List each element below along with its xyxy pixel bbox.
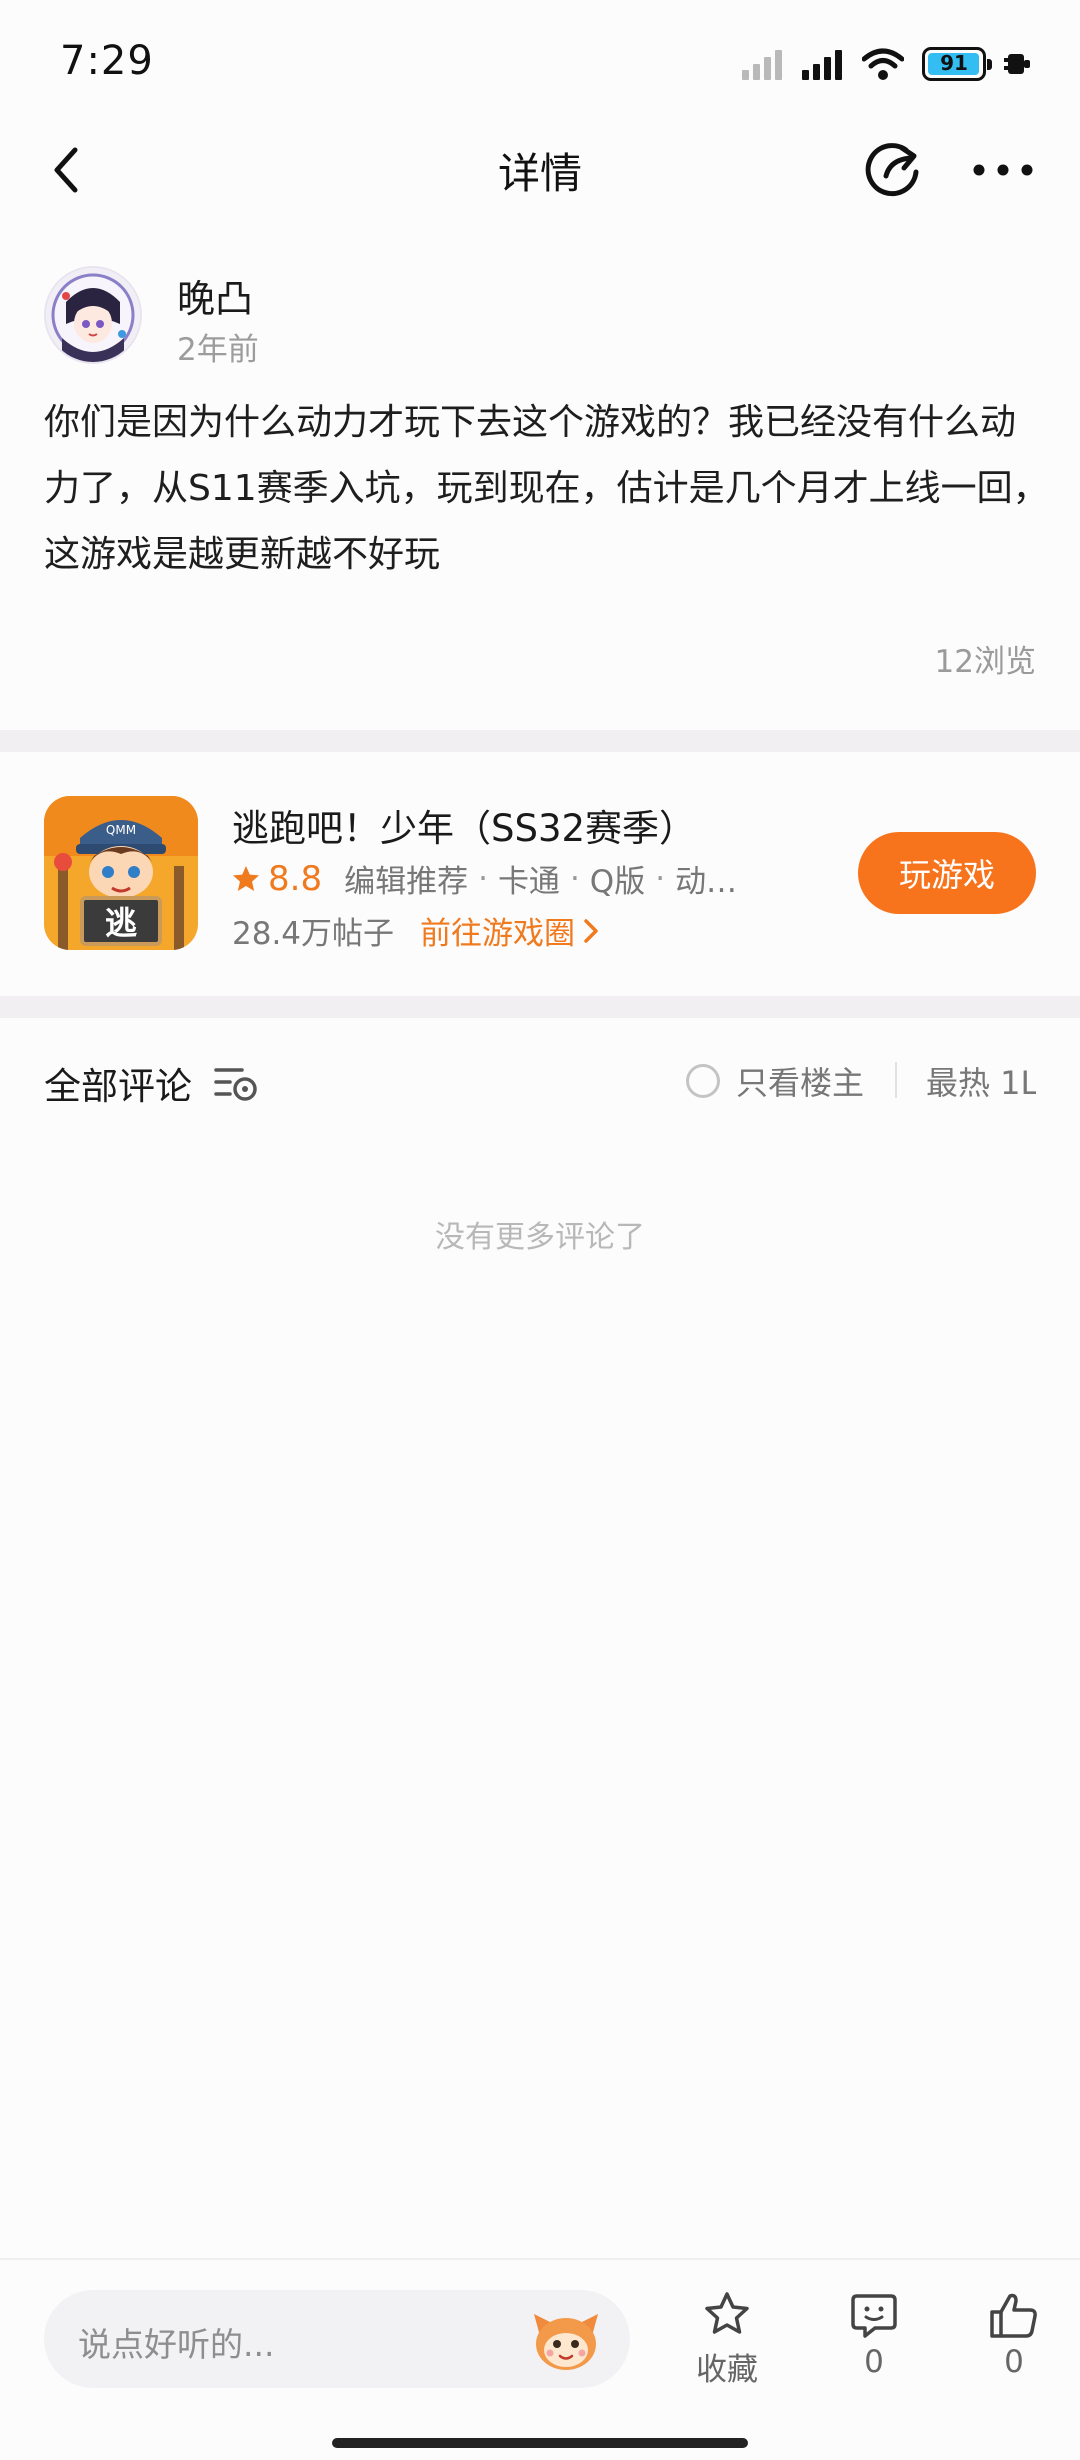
signal-strong-icon xyxy=(802,50,842,80)
bottom-bar: 说点好听的... 收藏 0 0 xyxy=(0,2258,1080,2460)
game-tag: Q版 xyxy=(589,864,646,900)
star-icon xyxy=(233,865,259,891)
section-divider xyxy=(0,996,1080,1018)
charging-icon xyxy=(1004,54,1030,74)
wifi-icon xyxy=(862,48,904,80)
status-icons: 91 xyxy=(742,44,1030,84)
comment-placeholder: 说点好听的... xyxy=(78,2325,275,2364)
home-indicator[interactable] xyxy=(332,2438,748,2448)
like-count: 0 xyxy=(1004,2344,1024,2380)
section-divider xyxy=(0,730,1080,752)
emoji-mascot-icon[interactable] xyxy=(530,2306,602,2372)
game-stats: 28.4万帖子 前往游戏圈 xyxy=(232,908,599,953)
signal-weak-icon xyxy=(742,50,782,80)
comments-title: 全部评论 xyxy=(44,1065,192,1108)
author-name[interactable]: 晚凸 xyxy=(177,268,253,323)
nav-bar: 详情 xyxy=(0,130,1080,210)
svg-text:逃: 逃 xyxy=(105,904,137,942)
sort-option[interactable]: 最热 1L xyxy=(926,1058,1036,1104)
view-count: 12浏览 xyxy=(934,644,1036,680)
share-icon[interactable] xyxy=(862,138,924,200)
comment-icon xyxy=(851,2294,897,2338)
comment-input[interactable]: 说点好听的... xyxy=(44,2290,630,2388)
game-tag: 卡通 xyxy=(497,864,560,900)
game-icon[interactable]: QMM 逃 xyxy=(44,796,198,950)
post-time: 2年前 xyxy=(177,332,259,368)
avatar-image xyxy=(46,268,140,362)
favorite-label: 收藏 xyxy=(696,2352,758,2388)
goto-game-circle-label: 前往游戏圈 xyxy=(420,916,576,952)
game-tag: 动… xyxy=(675,864,738,900)
post-count: 28.4万帖子 xyxy=(232,916,395,952)
screen: 7:29 91 详情 晚凸 2年前 你们是因为什么动力才玩下去这个游戏的？我已经… xyxy=(0,0,1080,2460)
comment-button[interactable]: 0 xyxy=(814,2290,934,2380)
avatar[interactable] xyxy=(44,266,142,364)
post: 晚凸 2年前 你们是因为什么动力才玩下去这个游戏的？我已经没有什么动力了，从S1… xyxy=(0,240,1080,730)
game-card[interactable]: QMM 逃 逃跑吧！少年（SS32赛季） 8.8 编辑推荐 · 卡通 · Q版 … xyxy=(0,752,1080,996)
game-name[interactable]: 逃跑吧！少年（SS32赛季） xyxy=(232,798,696,852)
only-op-toggle[interactable]: 只看楼主 xyxy=(686,1058,864,1104)
header-separator xyxy=(895,1062,897,1098)
status-time: 7:29 xyxy=(60,38,154,84)
battery-icon: 91 xyxy=(922,47,992,81)
favorite-button[interactable]: 收藏 xyxy=(667,2290,787,2389)
like-button[interactable]: 0 xyxy=(954,2290,1074,2380)
goto-game-circle-link[interactable]: 前往游戏圈 xyxy=(420,908,599,953)
svg-text:QMM: QMM xyxy=(106,823,136,837)
game-rating: 8.8 xyxy=(268,858,323,899)
only-op-label: 只看楼主 xyxy=(736,1064,865,1102)
status-bar: 7:29 91 xyxy=(0,0,1080,130)
game-icon-image: QMM 逃 xyxy=(44,796,198,950)
play-game-button[interactable]: 玩游戏 xyxy=(858,832,1036,914)
empty-comments-text: 没有更多评论了 xyxy=(435,1220,645,1255)
thumbs-up-icon xyxy=(990,2293,1037,2338)
more-icon[interactable] xyxy=(970,150,1036,190)
filter-icon[interactable] xyxy=(212,1062,260,1102)
only-op-radio[interactable] xyxy=(686,1064,720,1098)
comment-count: 0 xyxy=(864,2344,884,2380)
post-body: 你们是因为什么动力才玩下去这个游戏的？我已经没有什么动力了，从S11赛季入坑，玩… xyxy=(44,402,1049,575)
battery-level: 91 xyxy=(940,51,968,75)
star-outline-icon xyxy=(705,2292,749,2334)
comments-header: 全部评论 只看楼主 最热 1L xyxy=(0,1018,1080,1138)
game-meta: 8.8 编辑推荐 · 卡通 · Q版 · 动… xyxy=(232,856,737,901)
game-tag: 编辑推荐 xyxy=(344,864,469,900)
chevron-right-icon xyxy=(584,918,598,943)
